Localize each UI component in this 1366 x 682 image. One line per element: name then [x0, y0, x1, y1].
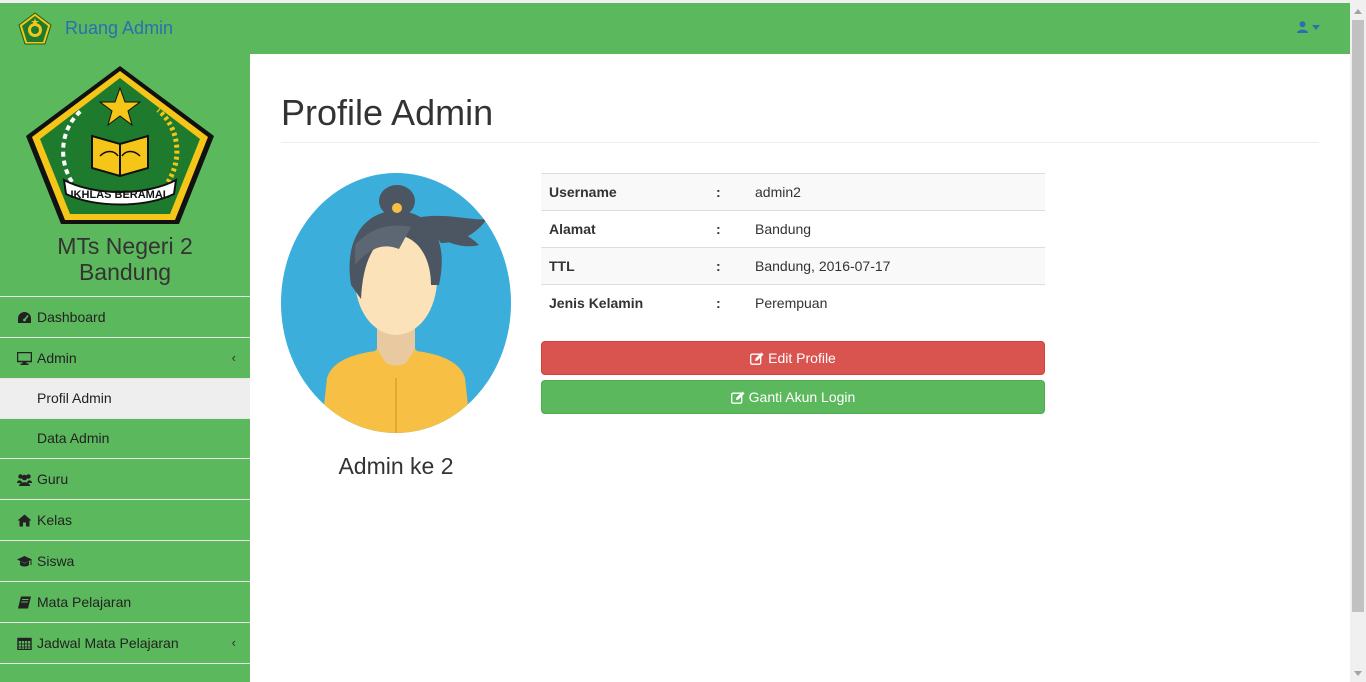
- calendar-icon: [17, 637, 32, 650]
- scrollbar-thumb[interactable]: [1352, 20, 1364, 612]
- detail-key: TTL: [549, 258, 575, 274]
- detail-value: Bandung: [755, 221, 812, 237]
- table-row: Jenis Kelamin : Perempuan: [541, 284, 1045, 322]
- users-icon: [17, 474, 32, 486]
- sidebar-item-label: Dashboard: [37, 309, 106, 325]
- detail-value: Bandung, 2016-07-17: [755, 258, 891, 274]
- chevron-left-icon: ‹: [231, 350, 236, 365]
- edit-icon: [750, 352, 764, 365]
- sidebar-item-label: Kelas: [37, 512, 73, 528]
- detail-separator: :: [716, 258, 721, 274]
- sidebar-item-label: Mata Pelajaran: [37, 594, 132, 610]
- sidebar-item-jadwal-mata-pelajaran[interactable]: Jadwal Mata Pelajaran ‹: [0, 622, 250, 663]
- detail-key: Alamat: [549, 221, 596, 237]
- admin-avatar: [281, 173, 511, 433]
- detail-key: Jenis Kelamin: [549, 295, 644, 312]
- scroll-up-arrow-icon[interactable]: [1354, 9, 1362, 14]
- detail-key: Username: [549, 184, 617, 200]
- detail-value: Perempuan: [755, 295, 828, 312]
- edit-profile-button[interactable]: Edit Profile: [541, 341, 1045, 375]
- sidebar-item-label: Jadwal Mata Pelajaran: [37, 635, 179, 651]
- sidebar-item-mata-pelajaran[interactable]: Mata Pelajaran: [0, 581, 250, 622]
- main-content: Profile Admin Admin ke 2 Username: admi…: [250, 54, 1350, 682]
- caret-down-icon: [1312, 24, 1320, 30]
- detail-separator: :: [716, 295, 721, 312]
- sidebar-item-data-admin[interactable]: Data Admin: [0, 418, 250, 458]
- brand-link[interactable]: Ruang Admin: [65, 18, 173, 39]
- kemenag-logo-icon[interactable]: [18, 12, 52, 46]
- dashboard-icon: [18, 312, 31, 323]
- detail-separator: :: [716, 221, 721, 237]
- table-row: Username : admin2: [541, 173, 1045, 211]
- detail-separator: :: [716, 184, 721, 200]
- school-name: MTs Negeri 2 Bandung: [57, 233, 193, 285]
- sidebar-item-profil-admin[interactable]: Profil Admin: [0, 378, 250, 418]
- sidebar: IKHLAS BERAMAL MTs Negeri 2 Bandung Dash…: [0, 54, 250, 682]
- edit-icon: [730, 391, 745, 404]
- app-window: Ruang Admin IKHLAS BERAMAL MTs Negeri 2 …: [0, 0, 1366, 682]
- sidebar-menu: Dashboard Admin ‹ Profil Admin Data Admi…: [0, 296, 250, 682]
- ganti-akun-label: Ganti Akun Login: [748, 389, 856, 405]
- ganti-akun-login-button[interactable]: Ganti Akun Login: [541, 380, 1045, 414]
- user-dropdown-toggle[interactable]: [1297, 21, 1320, 33]
- sidebar-item-label: Guru: [37, 471, 69, 487]
- page-scrollbar[interactable]: [1350, 3, 1366, 682]
- chevron-left-icon: ‹: [231, 635, 236, 650]
- school-emblem-logo: IKHLAS BERAMAL: [26, 66, 214, 224]
- admin-display-name: Admin ke 2: [338, 453, 454, 479]
- sidebar-item-siswa[interactable]: Siswa: [0, 540, 250, 581]
- home-icon: [17, 514, 32, 527]
- logo-motto-text: IKHLAS BERAMAL: [71, 189, 170, 201]
- sidebar-item-label: Admin: [37, 350, 77, 366]
- sidebar-item-label: Profil Admin: [37, 390, 112, 406]
- profile-details-table: Username : admin2 Alamat : Bandung TTL :…: [541, 173, 1045, 322]
- sidebar-item-guru[interactable]: Guru: [0, 458, 250, 499]
- sidebar-item-admin[interactable]: Admin ‹: [0, 337, 250, 378]
- sidebar-item-label: Data Admin: [37, 430, 110, 446]
- title-divider: [281, 142, 1319, 143]
- sidebar-item-kelas[interactable]: Kelas: [0, 499, 250, 540]
- table-row: Alamat : Bandung: [541, 210, 1045, 248]
- page-title: Profile Admin: [281, 92, 494, 133]
- desktop-icon: [17, 352, 32, 365]
- detail-value: admin2: [755, 184, 801, 200]
- sidebar-item-partial[interactable]: [0, 663, 250, 682]
- table-row: TTL : Bandung, 2016-07-17: [541, 247, 1045, 285]
- user-icon: [1297, 21, 1308, 33]
- graduation-cap-icon: [17, 556, 32, 567]
- book-icon: [18, 596, 31, 609]
- scroll-down-arrow-icon[interactable]: [1354, 671, 1362, 676]
- top-navbar: Ruang Admin: [0, 3, 1350, 54]
- sidebar-item-dashboard[interactable]: Dashboard: [0, 296, 250, 337]
- sidebar-item-label: Siswa: [37, 553, 75, 569]
- edit-profile-label: Edit Profile: [768, 350, 836, 366]
